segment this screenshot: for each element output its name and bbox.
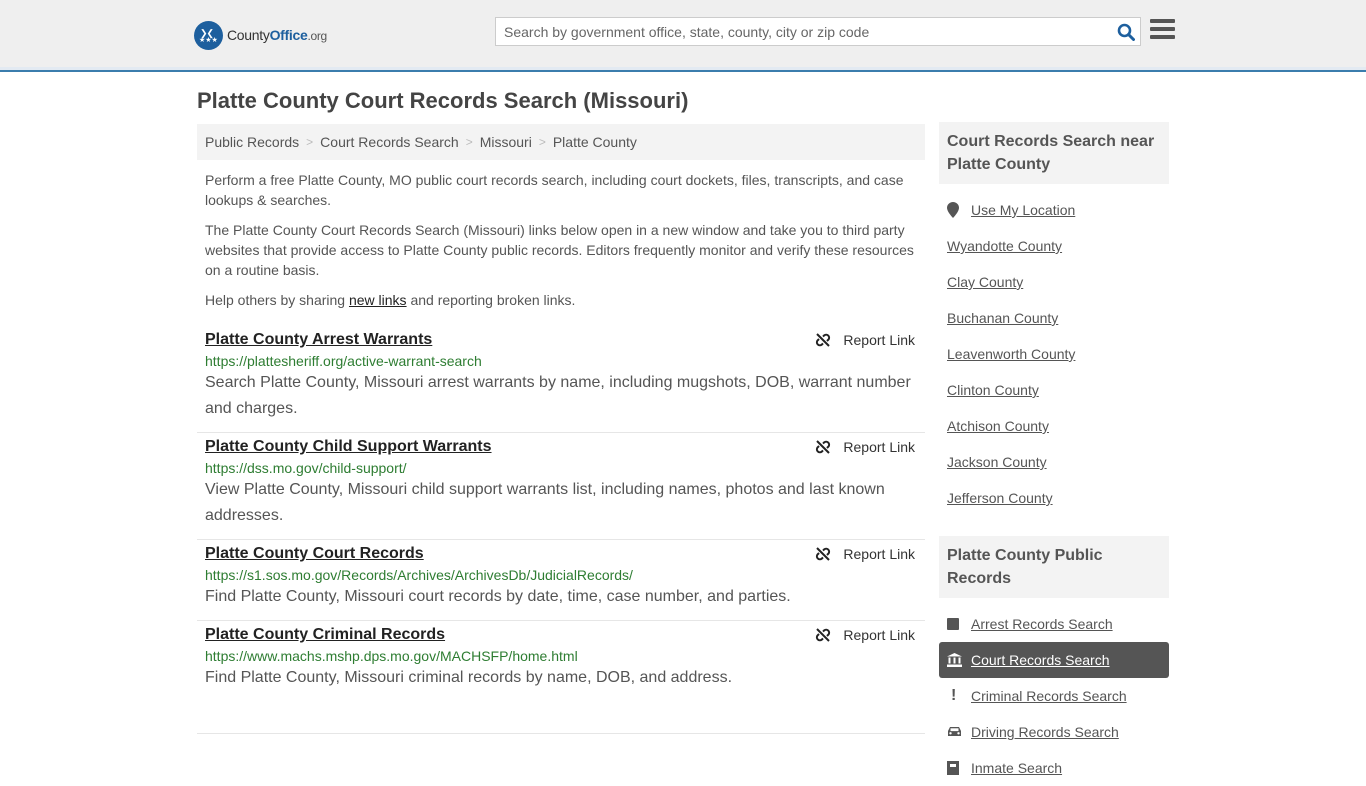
public-records-heading: Platte County Public Records bbox=[939, 536, 1169, 598]
result-title-link[interactable]: Platte County Court Records bbox=[205, 545, 424, 563]
nearby-county-link[interactable]: Leavenworth County bbox=[947, 346, 1075, 362]
nearby-county-link[interactable]: Buchanan County bbox=[947, 310, 1058, 326]
breadcrumb-separator: > bbox=[306, 135, 314, 149]
result-url[interactable]: https://www.machs.mshp.dps.mo.gov/MACHSF… bbox=[205, 648, 917, 664]
report-link-label: Report Link bbox=[843, 332, 915, 348]
header-divider bbox=[0, 67, 1366, 70]
court-records-link[interactable]: Court Records Search bbox=[971, 652, 1110, 668]
report-link-button[interactable]: Report Link bbox=[815, 332, 915, 348]
search-input[interactable] bbox=[496, 18, 1112, 45]
search-bar bbox=[495, 17, 1141, 46]
public-records-item-active: Court Records Search bbox=[939, 642, 1169, 678]
intro-paragraph: Perform a free Platte County, MO public … bbox=[205, 172, 904, 208]
breadcrumb-item[interactable]: Public Records bbox=[205, 134, 299, 150]
use-location-item: Use My Location bbox=[939, 192, 1169, 228]
public-records-item: Inmate Search bbox=[939, 750, 1169, 786]
nearby-list: Use My Location Wyandotte County Clay Co… bbox=[939, 184, 1169, 516]
jail-icon bbox=[947, 761, 971, 775]
search-icon bbox=[1117, 23, 1135, 41]
results-list: Platte County Arrest Warrants https://pl… bbox=[197, 326, 925, 734]
driving-records-link[interactable]: Driving Records Search bbox=[971, 724, 1119, 740]
result-description: View Platte County, Missouri child suppo… bbox=[205, 481, 885, 524]
result-url[interactable]: https://s1.sos.mo.gov/Records/Archives/A… bbox=[205, 567, 917, 583]
site-logo[interactable]: ❯❮ ★★★ CountyOffice.org bbox=[194, 20, 327, 50]
result-description: Find Platte County, Missouri court recor… bbox=[205, 588, 791, 605]
public-records-item: Arrest Records Search bbox=[939, 606, 1169, 642]
result-title-link[interactable]: Platte County Criminal Records bbox=[205, 626, 445, 644]
report-link-label: Report Link bbox=[843, 439, 915, 455]
result-url[interactable]: https://dss.mo.gov/child-support/ bbox=[205, 460, 917, 476]
result-title-link[interactable]: Platte County Child Support Warrants bbox=[205, 438, 492, 456]
result-url[interactable]: https://plattesheriff.org/active-warrant… bbox=[205, 353, 917, 369]
result-description: Search Platte County, Missouri arrest wa… bbox=[205, 374, 911, 417]
breadcrumb-item[interactable]: Court Records Search bbox=[320, 134, 459, 150]
hamburger-menu-button[interactable] bbox=[1150, 19, 1175, 41]
nearby-county-link[interactable]: Clay County bbox=[947, 274, 1023, 290]
breadcrumb-separator: > bbox=[465, 135, 473, 149]
site-header: ❯❮ ★★★ CountyOffice.org bbox=[0, 0, 1366, 72]
breadcrumb: Public Records > Court Records Search > … bbox=[197, 124, 925, 160]
result-description: Find Platte County, Missouri criminal re… bbox=[205, 669, 733, 686]
new-links-link[interactable]: new links bbox=[349, 292, 407, 308]
nearby-county-item: Atchison County bbox=[939, 408, 1169, 444]
nearby-county-item: Buchanan County bbox=[939, 300, 1169, 336]
nearby-county-link[interactable]: Atchison County bbox=[947, 418, 1049, 434]
broken-link-icon bbox=[816, 547, 831, 561]
result-item: Platte County Arrest Warrants https://pl… bbox=[197, 326, 925, 433]
courthouse-icon bbox=[947, 653, 971, 667]
broken-link-icon bbox=[816, 333, 831, 347]
use-my-location-link[interactable]: Use My Location bbox=[971, 202, 1075, 218]
nearby-heading: Court Records Search near Platte County bbox=[939, 122, 1169, 184]
page-title: Platte County Court Records Search (Miss… bbox=[197, 88, 689, 113]
nearby-county-link[interactable]: Jefferson County bbox=[947, 490, 1053, 506]
public-records-item: ! Criminal Records Search bbox=[939, 678, 1169, 714]
logo-text: CountyOffice.org bbox=[227, 27, 327, 43]
public-records-item: Driving Records Search bbox=[939, 714, 1169, 750]
share-paragraph: Help others by sharing new links and rep… bbox=[205, 292, 576, 308]
result-title-link[interactable]: Platte County Arrest Warrants bbox=[205, 331, 432, 349]
broken-link-icon bbox=[816, 440, 831, 454]
intro-text: Perform a free Platte County, MO public … bbox=[205, 170, 921, 320]
broken-link-icon bbox=[816, 628, 831, 642]
nearby-county-link[interactable]: Jackson County bbox=[947, 454, 1047, 470]
logo-eagle-icon: ❯❮ ★★★ bbox=[194, 20, 223, 50]
criminal-records-link[interactable]: Criminal Records Search bbox=[971, 688, 1127, 704]
public-records-list: Arrest Records Search Court Records Sear… bbox=[939, 598, 1169, 786]
car-icon bbox=[947, 726, 971, 738]
arrest-records-link[interactable]: Arrest Records Search bbox=[971, 616, 1113, 632]
nearby-county-item: Jackson County bbox=[939, 444, 1169, 480]
result-item: Platte County Child Support Warrants htt… bbox=[197, 433, 925, 540]
intro-paragraph: The Platte County Court Records Search (… bbox=[205, 222, 914, 278]
result-item: Platte County Criminal Records https://w… bbox=[197, 621, 925, 734]
inmate-search-link[interactable]: Inmate Search bbox=[971, 760, 1062, 776]
sidebar: Court Records Search near Platte County … bbox=[939, 122, 1169, 786]
report-link-button[interactable]: Report Link bbox=[815, 627, 915, 643]
nearby-county-link[interactable]: Wyandotte County bbox=[947, 238, 1062, 254]
report-link-label: Report Link bbox=[843, 546, 915, 562]
result-item: Platte County Court Records https://s1.s… bbox=[197, 540, 925, 621]
map-pin-icon bbox=[947, 202, 971, 218]
nearby-county-item: Clinton County bbox=[939, 372, 1169, 408]
square-icon bbox=[947, 618, 971, 630]
search-button[interactable] bbox=[1112, 18, 1140, 45]
breadcrumb-item[interactable]: Missouri bbox=[480, 134, 532, 150]
report-link-button[interactable]: Report Link bbox=[815, 439, 915, 455]
report-link-button[interactable]: Report Link bbox=[815, 546, 915, 562]
nearby-county-item: Leavenworth County bbox=[939, 336, 1169, 372]
nearby-county-link[interactable]: Clinton County bbox=[947, 382, 1039, 398]
report-link-label: Report Link bbox=[843, 627, 915, 643]
nearby-county-item: Wyandotte County bbox=[939, 228, 1169, 264]
nearby-county-item: Clay County bbox=[939, 264, 1169, 300]
nearby-county-item: Jefferson County bbox=[939, 480, 1169, 516]
breadcrumb-separator: > bbox=[538, 135, 546, 149]
exclamation-icon: ! bbox=[951, 687, 957, 704]
breadcrumb-item[interactable]: Platte County bbox=[553, 134, 637, 150]
